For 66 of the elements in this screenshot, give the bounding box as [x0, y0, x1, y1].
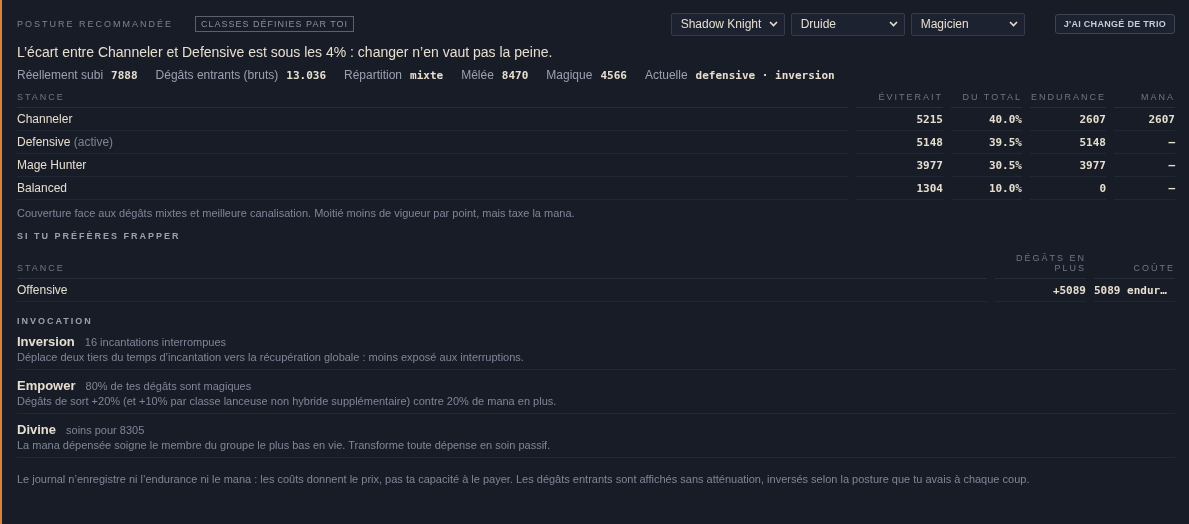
table-cell: 5215	[856, 108, 943, 131]
invocation-name: Divine	[17, 422, 56, 437]
invocation-meta: 80% de tes dégâts sont magiques	[85, 380, 252, 392]
column-header: DU TOTAL	[951, 92, 1022, 108]
table-cell: 10.0%	[951, 177, 1022, 200]
recommendation-headline: L’écart entre Channeler et Defensive est sous les 4% : changer n’en vaut pas la peine.	[17, 44, 554, 60]
stat-value: 13.036	[286, 69, 326, 82]
table-cell: 5089 endur…	[1094, 279, 1175, 302]
stance-name-cell: Defensive (active)	[17, 131, 848, 154]
chevron-down-icon	[1008, 21, 1018, 27]
footer-note: Le journal n’enregistre ni l’endurance ni le mana : les coûts donnent le prix, pas ta capacité à le payer. Les dégâts entrants sont affichés sans atténuation, inversés selon la posture que tu avais à chaque coup.	[17, 473, 1031, 485]
table-cell: –	[1114, 177, 1175, 200]
stat-label: Réellement subi	[17, 68, 104, 82]
column-header: STANCE	[17, 253, 987, 279]
table-cell: 2607	[1030, 108, 1106, 131]
invocation-name: Empower	[17, 378, 76, 393]
invocation-description: La mana dépensée soigne le membre du groupe le plus bas en vie. Transforme toute dépense en soin passif.	[17, 439, 552, 451]
column-header: DÉGÂTS EN PLUS	[995, 253, 1086, 279]
class-dropdown[interactable]: Magicien	[910, 12, 1025, 36]
invocation-name: Inversion	[17, 334, 75, 349]
invocation-meta: 16 incantations interrompues	[84, 336, 227, 348]
table-cell: 3977	[1030, 154, 1106, 177]
stat-label: Dégâts entrants (bruts)	[155, 68, 279, 82]
stat-label: Mêlée	[461, 68, 494, 82]
stance-name-cell: Mage Hunter	[17, 154, 848, 177]
stance-name-cell: Balanced	[17, 177, 848, 200]
chevron-down-icon	[888, 21, 898, 27]
column-header: STANCE	[17, 92, 848, 108]
chevron-down-icon	[768, 21, 778, 27]
column-header: MANA	[1114, 92, 1175, 108]
invocation-meta: soins pour 8305	[66, 424, 145, 436]
table-cell: 3977	[856, 154, 943, 177]
table-cell: 40.0%	[951, 108, 1022, 131]
table-cell: +5089	[995, 279, 1086, 302]
table-cell: 5148	[856, 131, 943, 154]
table-cell: 0	[1030, 177, 1106, 200]
invocation-description: Déplace deux tiers du temps d’incantation vers la récupération globale : moins exposé aux interruptions.	[17, 351, 525, 363]
stance-description: Couverture face aux dégâts mixtes et meilleure canalisation. Moitié moins de vigueur par point, mais taxe la mana.	[17, 207, 576, 219]
stat-label: Actuelle	[644, 68, 688, 82]
section-title: POSTURE RECOMMANDÉE	[17, 19, 173, 29]
section-heading: SI TU PRÉFÈRES FRAPPER	[17, 231, 182, 241]
stat-value: mixte	[410, 69, 444, 82]
trio-changed-button[interactable]: J'AI CHANGÉ DE TRIO	[1054, 14, 1175, 34]
table-cell: –	[1114, 154, 1175, 177]
table-cell: 39.5%	[951, 131, 1022, 154]
stance-name-cell: Offensive	[17, 279, 987, 302]
table-cell: 1304	[856, 177, 943, 200]
stat-label: Magique	[546, 68, 593, 82]
stat-value: 7888	[111, 69, 138, 82]
stat-label: Répartition	[344, 68, 403, 82]
column-header: COÛTE	[1094, 253, 1175, 279]
table-cell: 5148	[1030, 131, 1106, 154]
table-cell: –	[1114, 131, 1175, 154]
class-dropdown[interactable]: Shadow Knight	[670, 12, 785, 36]
section-heading: INVOCATION	[17, 316, 94, 326]
stance-name-cell: Channeler	[17, 108, 848, 131]
stat-value: defensive · inversion	[695, 69, 835, 82]
invocation-description: Dégâts de sort +20% (et +10% par classe lanceuse non hybride supplémentaire) contre 20% de mana en plus.	[17, 395, 558, 407]
stat-value: 4566	[600, 69, 627, 82]
table-cell: 30.5%	[951, 154, 1022, 177]
column-header: ENDURANCE	[1030, 92, 1106, 108]
column-header: ÉVITERAIT	[856, 92, 943, 108]
classes-badge: CLASSES DÉFINIES PAR TOI	[195, 16, 355, 32]
stat-value: 8470	[501, 69, 529, 82]
table-cell: 2607	[1114, 108, 1175, 131]
class-dropdown[interactable]: Druide	[790, 12, 905, 36]
